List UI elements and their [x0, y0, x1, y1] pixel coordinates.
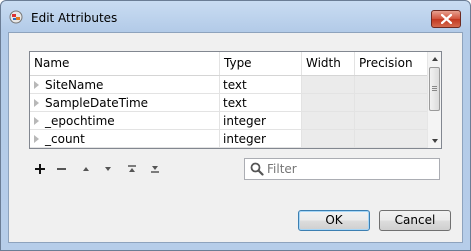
- column-header-precision[interactable]: Precision: [355, 52, 427, 75]
- table-header: Name Type Width Precision: [30, 52, 427, 76]
- column-header-name[interactable]: Name: [30, 52, 220, 75]
- thumb-grip: [432, 90, 437, 91]
- attributes-table[interactable]: Name Type Width Precision SiteName text …: [29, 51, 442, 149]
- move-down-icon: [105, 167, 111, 171]
- remove-attribute-button[interactable]: [53, 161, 71, 177]
- cell-type[interactable]: text: [220, 94, 302, 112]
- scroll-thumb[interactable]: [429, 67, 440, 111]
- cell-precision: [355, 112, 427, 130]
- scroll-up-arrow-icon: [432, 57, 438, 61]
- search-icon: [250, 162, 264, 176]
- cell-type[interactable]: integer: [220, 112, 302, 130]
- ok-button[interactable]: OK: [298, 210, 370, 231]
- table-row[interactable]: SampleDateTime text: [30, 94, 427, 112]
- cell-width: [302, 76, 355, 94]
- edit-attributes-dialog: Edit Attributes Name Type Width Precisio…: [0, 0, 471, 251]
- cell-precision: [355, 130, 427, 148]
- cell-width: [302, 112, 355, 130]
- window-title: Edit Attributes: [31, 11, 118, 25]
- attribute-name: _count: [45, 132, 85, 146]
- cell-width: [302, 130, 355, 148]
- attribute-name: SampleDateTime: [45, 96, 149, 110]
- cancel-button[interactable]: Cancel: [379, 210, 451, 231]
- move-up-button[interactable]: [77, 161, 95, 177]
- expand-arrow-icon[interactable]: [34, 117, 39, 125]
- scroll-up-button[interactable]: [428, 52, 441, 66]
- cell-name[interactable]: SiteName: [30, 76, 220, 94]
- column-header-width[interactable]: Width: [302, 52, 355, 75]
- expand-arrow-icon[interactable]: [34, 81, 39, 89]
- cell-precision: [355, 94, 427, 112]
- move-down-button[interactable]: [99, 161, 117, 177]
- cell-precision: [355, 76, 427, 94]
- title-bar[interactable]: Edit Attributes: [1, 1, 470, 31]
- app-icon: [9, 10, 23, 24]
- cell-type[interactable]: integer: [220, 130, 302, 148]
- expand-arrow-icon[interactable]: [34, 99, 39, 107]
- move-up-icon: [83, 167, 89, 171]
- vertical-scrollbar[interactable]: [427, 52, 441, 148]
- attribute-name: _epochtime: [45, 114, 115, 128]
- cell-type[interactable]: text: [220, 76, 302, 94]
- filter-input[interactable]: [267, 161, 433, 177]
- cell-width: [302, 94, 355, 112]
- cell-name[interactable]: SampleDateTime: [30, 94, 220, 112]
- add-attribute-button[interactable]: [31, 161, 49, 177]
- cell-name[interactable]: _count: [30, 130, 220, 148]
- table-row[interactable]: SiteName text: [30, 76, 427, 94]
- scroll-down-arrow-icon: [432, 139, 438, 143]
- filter-box[interactable]: [244, 158, 440, 180]
- cell-name[interactable]: _epochtime: [30, 112, 220, 130]
- expand-arrow-icon[interactable]: [34, 135, 39, 143]
- thumb-grip: [432, 88, 437, 89]
- remove-icon: [57, 168, 66, 170]
- move-to-top-icon: [128, 165, 136, 172]
- dialog-body: Name Type Width Precision SiteName text …: [8, 32, 463, 243]
- column-header-type[interactable]: Type: [220, 52, 302, 75]
- thumb-grip: [432, 86, 437, 87]
- close-button[interactable]: [431, 10, 461, 28]
- close-icon: [441, 14, 452, 24]
- table-row[interactable]: _epochtime integer: [30, 112, 427, 130]
- scroll-down-button[interactable]: [428, 134, 441, 148]
- move-to-bottom-icon: [151, 166, 159, 173]
- move-to-bottom-button[interactable]: [146, 161, 164, 177]
- table-row[interactable]: _count integer: [30, 130, 427, 148]
- move-to-top-button[interactable]: [123, 161, 141, 177]
- add-icon: [35, 164, 45, 174]
- attribute-name: SiteName: [45, 78, 104, 92]
